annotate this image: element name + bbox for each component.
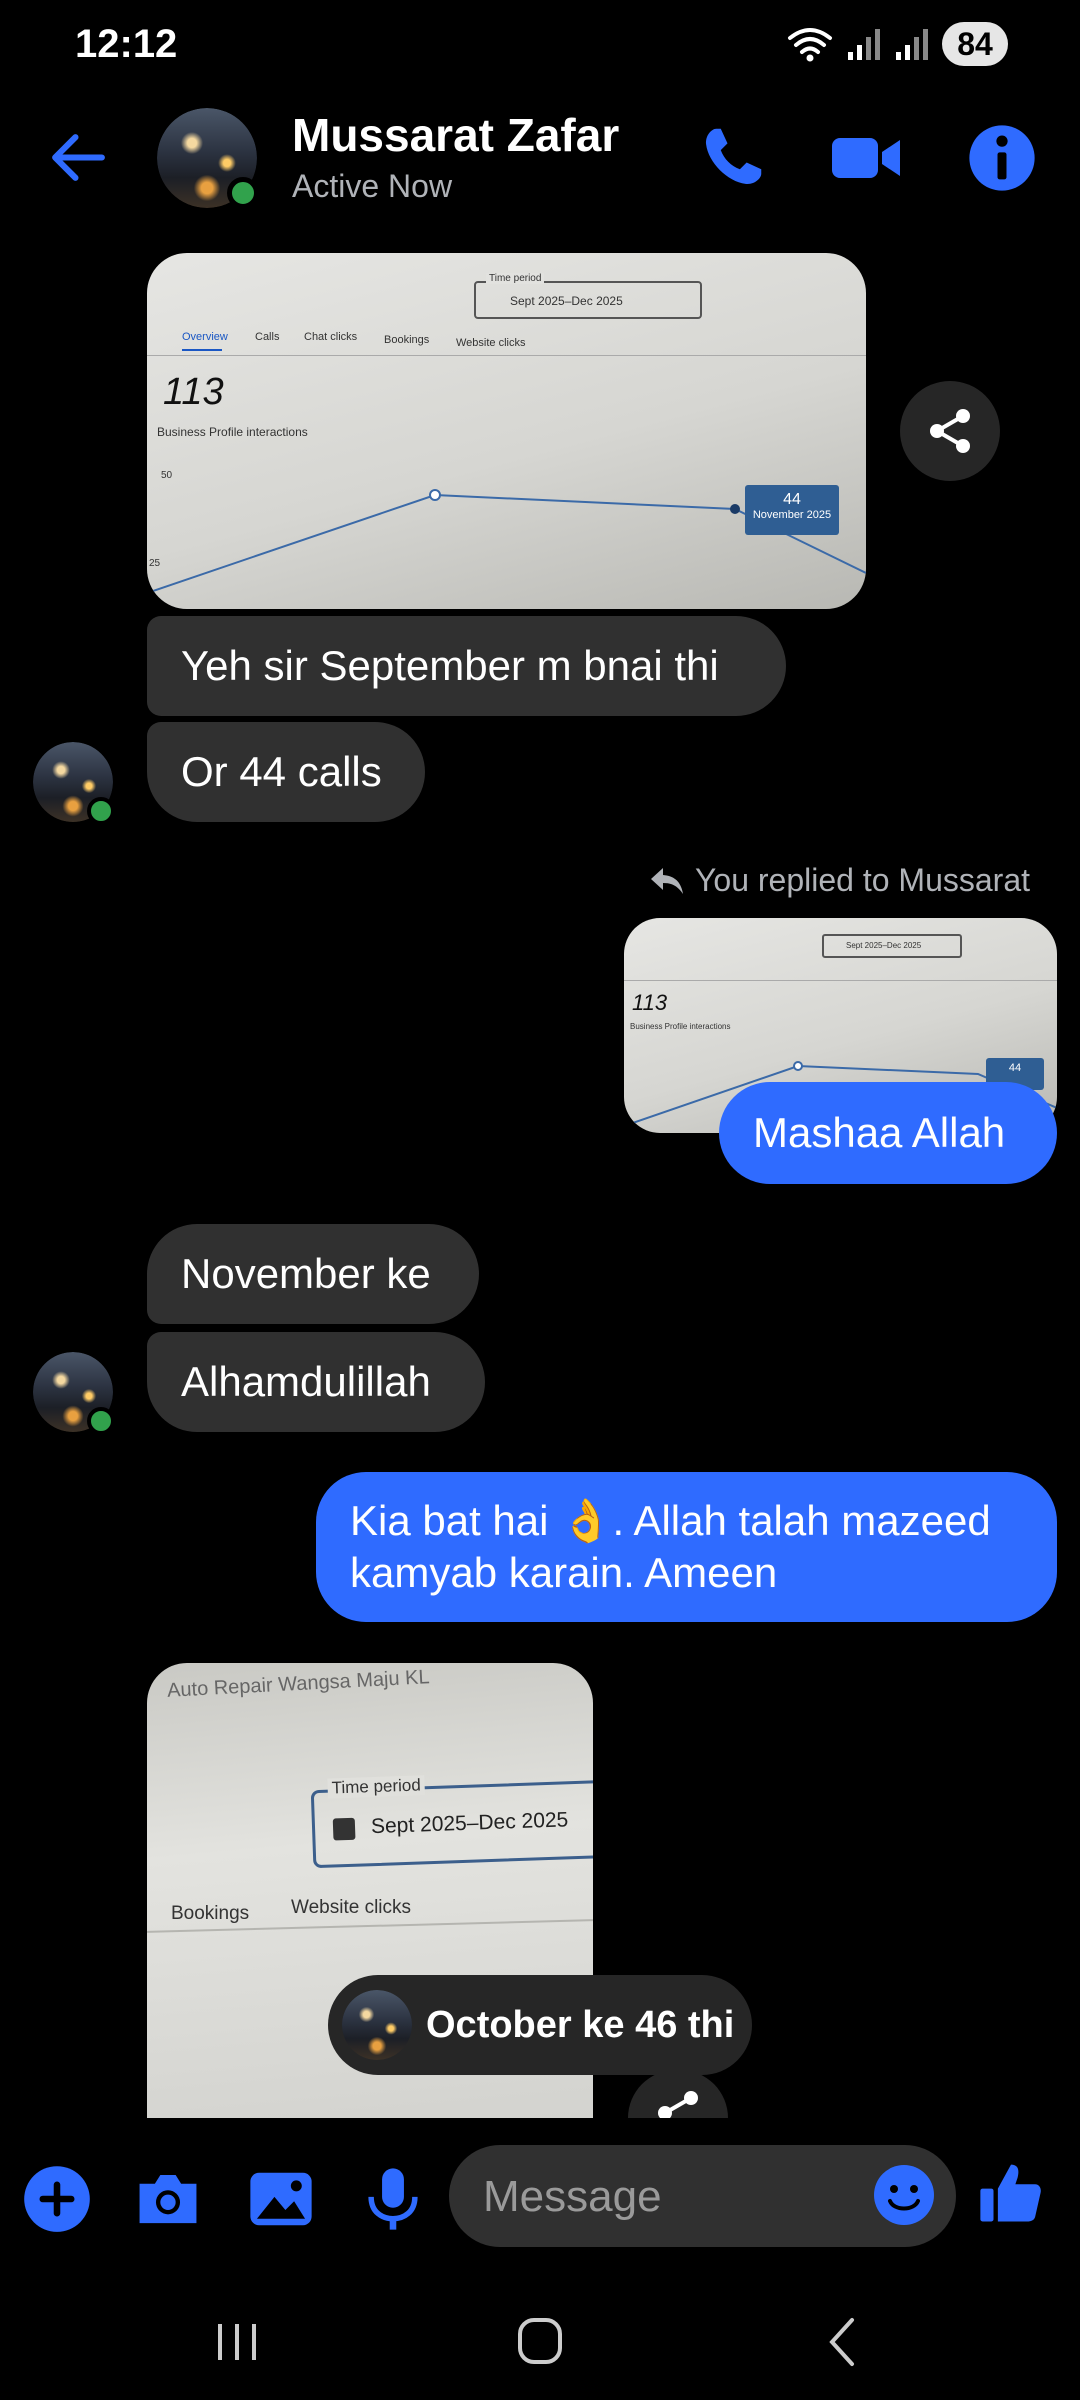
battery-indicator: 84 xyxy=(942,22,1008,66)
tooltip-month: November 2025 xyxy=(752,509,832,521)
share-icon xyxy=(930,409,970,453)
shared-photo[interactable]: Time period Sept 2025–Dec 2025 Overview … xyxy=(147,253,866,609)
incoming-message[interactable]: Or 44 calls xyxy=(147,722,425,822)
incoming-message[interactable]: Alhamdulillah xyxy=(147,1332,485,1432)
message-placeholder: Message xyxy=(483,2172,662,2221)
online-indicator xyxy=(227,177,259,209)
reply-icon xyxy=(650,867,683,894)
time-period-label: Time period xyxy=(327,1775,426,1799)
message-text: Mashaa Allah xyxy=(753,1109,1006,1156)
status-time: 12:12 xyxy=(75,22,178,66)
contact-status: Active Now xyxy=(292,168,453,204)
nav-back-icon[interactable] xyxy=(808,2312,878,2372)
message-input[interactable]: Message xyxy=(449,2145,956,2247)
back-arrow-icon[interactable] xyxy=(45,125,110,190)
message-text: Yeh sir September m bnai thi xyxy=(181,642,719,689)
status-icons: 84 xyxy=(786,20,1008,68)
camera-icon[interactable] xyxy=(133,2164,203,2234)
share-button[interactable] xyxy=(900,381,1000,481)
mic-icon[interactable] xyxy=(358,2164,428,2234)
tab-bookings: Bookings xyxy=(171,1903,250,1924)
info-icon[interactable] xyxy=(966,122,1038,194)
message-text-line: kamyab karain. Ameen xyxy=(350,1549,778,1596)
recents-icon[interactable] xyxy=(202,2312,272,2372)
message-text-line: Kia bat hai 👌. Allah talah mazeed xyxy=(350,1497,991,1544)
online-indicator xyxy=(87,1407,115,1435)
thumbs-up-icon[interactable] xyxy=(976,2158,1046,2228)
chat-header: Mussarat Zafar Active Now xyxy=(0,100,1080,215)
incoming-message[interactable]: Yeh sir September m bnai thi xyxy=(147,616,786,716)
share-button[interactable] xyxy=(628,2070,728,2118)
plus-icon[interactable] xyxy=(22,2164,92,2234)
chart-tooltip: 44 November 2025 xyxy=(745,485,839,535)
tooltip-value: 44 xyxy=(783,491,801,508)
time-period-value: Sept 2025–Dec 2025 xyxy=(370,1808,569,1839)
message-text: Alhamdulillah xyxy=(181,1358,431,1405)
share-icon xyxy=(658,2091,698,2118)
message-composer: Message xyxy=(0,2140,1080,2260)
status-bar: 12:12 84 xyxy=(0,0,1080,90)
signal-icon xyxy=(848,29,880,60)
message-text: November ke xyxy=(181,1250,431,1297)
message-text: Or 44 calls xyxy=(181,748,382,795)
video-icon[interactable] xyxy=(830,122,902,194)
time-period-box: Time period Sept 2025–Dec 2025 xyxy=(310,1775,593,1869)
reply-note: You replied to Mussarat xyxy=(649,862,1030,899)
home-icon[interactable] xyxy=(505,2312,575,2372)
online-indicator xyxy=(87,797,115,825)
new-message-toast[interactable]: October ke 46 thi xyxy=(328,1975,752,2075)
gallery-icon[interactable] xyxy=(246,2164,316,2234)
contact-name[interactable]: Mussarat Zafar xyxy=(292,108,619,162)
system-nav-bar xyxy=(0,2290,1080,2400)
chart-line xyxy=(147,489,866,594)
wifi-icon xyxy=(788,28,832,62)
avatar xyxy=(342,1990,412,2060)
toast-text: October ke 46 thi xyxy=(426,2003,735,2046)
tab-website-clicks: Website clicks xyxy=(291,1897,412,1918)
outgoing-message[interactable]: Kia bat hai 👌. Allah talah mazeed kamyab… xyxy=(316,1472,1057,1622)
phone-icon[interactable] xyxy=(696,122,768,194)
outgoing-message[interactable]: Mashaa Allah xyxy=(719,1082,1057,1184)
signal-icon xyxy=(896,29,928,60)
incoming-message[interactable]: November ke xyxy=(147,1224,479,1324)
photo-header-text: Auto Repair Wangsa Maju KL xyxy=(166,1666,431,1702)
calendar-icon xyxy=(332,1817,356,1841)
emoji-icon[interactable] xyxy=(872,2163,936,2227)
reply-note-text: You replied to Mussarat xyxy=(694,862,1030,898)
